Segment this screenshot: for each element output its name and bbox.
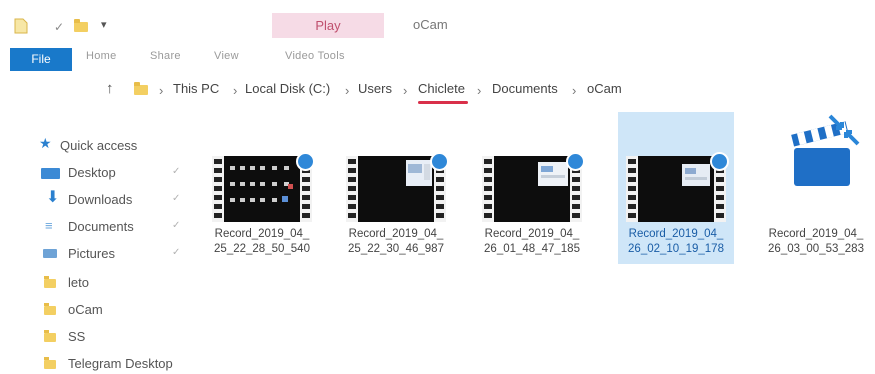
nav-item-label: Pictures <box>68 246 115 261</box>
file-item[interactable]: Record_2019_04_ 25_22_28_50_540 <box>204 112 320 264</box>
folder-icon <box>44 330 56 342</box>
pin-icon: ✓ <box>172 247 181 258</box>
breadcrumb-this-pc[interactable]: This PC <box>173 81 219 96</box>
download-icon: ⬇ <box>46 189 60 206</box>
video-thumbnail-grid <box>224 156 300 222</box>
folder-icon <box>44 303 56 315</box>
file-icon[interactable] <box>14 18 28 34</box>
tab-file[interactable]: File <box>10 48 72 71</box>
media-player-icon <box>566 152 585 171</box>
nav-item-label: leto <box>68 275 89 290</box>
file-name: Record_2019_04_ 26_03_00_53_283 <box>768 228 864 255</box>
highlight-underline <box>418 101 468 104</box>
file-item[interactable]: Record_2019_04_ 25_22_30_46_987 <box>338 112 454 264</box>
star-icon: ★ <box>39 135 52 151</box>
pin-icon: ✓ <box>172 193 181 204</box>
window-title: oCam <box>413 17 448 32</box>
pictures-icon <box>43 249 57 258</box>
documents-icon: ≡ <box>45 218 53 233</box>
breadcrumb-separator: › <box>233 83 238 98</box>
video-thumbnail-window <box>638 156 714 222</box>
file-item[interactable]: Record_2019_04_ 26_01_48_47_185 <box>474 112 590 264</box>
nav-item-label: Documents <box>68 219 134 234</box>
tab-share[interactable]: Share <box>150 50 181 62</box>
file-name: Record_2019_04_ 26_01_48_47_185 <box>484 228 580 255</box>
nav-item-label: Downloads <box>68 192 133 207</box>
nav-item-label: Telegram Desktop <box>68 356 173 371</box>
breadcrumb-ocam[interactable]: oCam <box>587 81 622 96</box>
tab-video-tools[interactable]: Video Tools <box>285 50 345 62</box>
nav-item-label: oCam <box>68 302 103 317</box>
tab-home[interactable]: Home <box>86 50 117 62</box>
breadcrumb-separator: › <box>403 83 408 98</box>
breadcrumb-documents[interactable]: Documents <box>492 81 558 96</box>
file-item-selected[interactable]: Record_2019_04_ 26_02_10_19_178 <box>618 112 734 264</box>
video-thumbnail <box>212 152 315 222</box>
tab-view[interactable]: View <box>214 50 239 62</box>
breadcrumb-separator: › <box>159 83 164 98</box>
media-player-icon <box>296 152 315 171</box>
folder-icon <box>134 82 148 95</box>
media-player-icon <box>710 152 729 171</box>
media-player-icon <box>430 152 449 171</box>
checkmark-icon[interactable]: ✓ <box>54 21 64 33</box>
breadcrumb-users[interactable]: Users <box>358 81 392 96</box>
breadcrumb-local-disk[interactable]: Local Disk (C:) <box>245 81 330 96</box>
video-thumbnail <box>482 152 585 222</box>
video-thumbnail <box>626 152 729 222</box>
clapperboard-icon <box>791 114 860 186</box>
breadcrumb-chiclete[interactable]: Chiclete <box>418 81 465 96</box>
pin-icon: ✓ <box>172 220 181 231</box>
nav-item-label: Desktop <box>68 165 116 180</box>
video-thumbnail-window <box>494 156 570 222</box>
breadcrumb-separator: › <box>345 83 350 98</box>
breadcrumb-separator: › <box>477 83 482 98</box>
folder-icon[interactable] <box>74 19 88 32</box>
folder-icon <box>44 357 56 369</box>
file-name: Record_2019_04_ 26_02_10_19_178 <box>628 228 724 255</box>
file-name: Record_2019_04_ 25_22_28_50_540 <box>214 228 310 255</box>
dropdown-icon[interactable]: ▾ <box>101 20 107 31</box>
nav-item-label: Quick access <box>60 138 138 153</box>
nav-item-label: SS <box>68 329 86 344</box>
file-name: Record_2019_04_ 25_22_30_46_987 <box>348 228 444 255</box>
desktop-icon <box>41 168 60 179</box>
pin-icon: ✓ <box>172 166 181 177</box>
breadcrumb-separator: › <box>572 83 577 98</box>
folder-icon <box>44 276 56 288</box>
video-thumbnail-window <box>358 156 434 222</box>
video-thumbnail <box>346 152 449 222</box>
tab-play[interactable]: Play <box>272 13 384 38</box>
file-item[interactable]: Record_2019_04_ 26_03_00_53_283 <box>752 112 868 264</box>
up-arrow-icon[interactable]: ↑ <box>106 80 114 97</box>
